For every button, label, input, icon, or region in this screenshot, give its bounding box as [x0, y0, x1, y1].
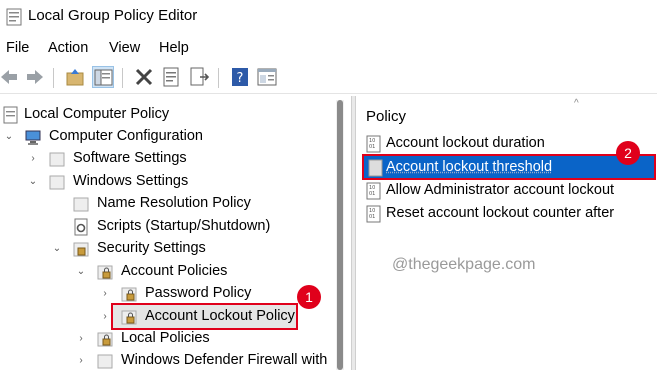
- chevron-right-icon[interactable]: ›: [100, 289, 110, 299]
- tree-node-local-policies[interactable]: › Local Policies: [0, 328, 330, 350]
- folder-icon: [96, 352, 114, 370]
- lock-folder-icon: [96, 263, 114, 281]
- delete-icon[interactable]: [133, 66, 155, 88]
- title-bar: Local Group Policy Editor: [0, 0, 657, 34]
- back-arrow-icon[interactable]: [0, 66, 20, 88]
- chevron-right-icon[interactable]: ›: [76, 356, 86, 366]
- list-item-allow-admin-lockout[interactable]: 10 01 Allow Administrator account lockout: [364, 180, 657, 202]
- security-folder-icon: [72, 240, 90, 258]
- chevron-right-icon[interactable]: ›: [100, 312, 110, 322]
- tree-node-account-lockout-policy[interactable]: › Account Lockout Policy: [0, 306, 300, 328]
- toolbar-separator: [53, 68, 54, 88]
- toolbar-separator: [122, 68, 123, 88]
- export-list-icon[interactable]: [188, 66, 210, 88]
- list-item-lockout-duration[interactable]: 10 01 Account lockout duration: [364, 133, 657, 155]
- lock-folder-icon: [120, 285, 138, 303]
- folder-icon: [72, 195, 90, 213]
- tree-node-windows-defender-firewall[interactable]: › Windows Defender Firewall with: [0, 350, 335, 370]
- policy-setting-icon: [368, 159, 384, 177]
- list-item-lockout-threshold[interactable]: Account lockout threshold: [362, 154, 656, 180]
- menu-action[interactable]: Action: [48, 40, 88, 56]
- step-badge-1: 1: [297, 285, 321, 309]
- svg-text:?: ?: [237, 71, 244, 86]
- policy-document-icon: [2, 106, 20, 124]
- list-item-reset-counter[interactable]: 10 01 Reset account lockout counter after: [364, 203, 657, 225]
- policy-list-pane[interactable]: ^ Policy 10 01 Account lockout duration A…: [356, 96, 657, 370]
- tree-node-local-computer-policy[interactable]: Local Computer Policy: [0, 104, 330, 126]
- svg-text:01: 01: [369, 214, 375, 220]
- tree-node-password-policy[interactable]: › Password Policy: [0, 283, 330, 305]
- toolbar: ?: [0, 62, 657, 94]
- properties-icon[interactable]: [160, 66, 182, 88]
- sort-caret-icon: ^: [574, 98, 579, 109]
- tree-node-computer-configuration[interactable]: ⌄ Computer Configuration: [0, 126, 330, 148]
- column-header-policy[interactable]: Policy: [366, 108, 406, 125]
- step-badge-2: 2: [616, 141, 640, 165]
- svg-text:01: 01: [369, 191, 375, 197]
- watermark: @thegeekpage.com: [392, 256, 536, 273]
- show-hide-tree-icon[interactable]: [92, 66, 114, 88]
- help-icon[interactable]: ?: [229, 66, 251, 88]
- chevron-down-icon[interactable]: ⌄: [28, 177, 38, 187]
- window-title: Local Group Policy Editor: [28, 7, 198, 24]
- menu-view[interactable]: View: [109, 40, 140, 56]
- tree-scrollbar[interactable]: [336, 100, 344, 370]
- svg-text:01: 01: [369, 144, 375, 150]
- tree-node-software-settings[interactable]: › Software Settings: [0, 148, 330, 170]
- policy-setting-icon: 10 01: [366, 135, 382, 153]
- chevron-down-icon[interactable]: ⌄: [4, 132, 14, 142]
- chevron-down-icon[interactable]: ⌄: [52, 244, 62, 254]
- computer-icon: [24, 128, 42, 146]
- tree-node-windows-settings[interactable]: ⌄ Windows Settings: [0, 171, 330, 193]
- folder-icon: [48, 150, 66, 168]
- chevron-right-icon[interactable]: ›: [76, 334, 86, 344]
- scrollbar-thumb[interactable]: [337, 100, 343, 370]
- tree-node-security-settings[interactable]: ⌄ Security Settings: [0, 238, 330, 260]
- menu-file[interactable]: File: [6, 40, 29, 56]
- scripts-icon: [72, 218, 90, 236]
- tree-node-name-resolution-policy[interactable]: Name Resolution Policy: [0, 193, 330, 215]
- chevron-down-icon[interactable]: ⌄: [76, 267, 86, 277]
- chevron-right-icon[interactable]: ›: [28, 154, 38, 164]
- toolbar-separator: [218, 68, 219, 88]
- menu-help[interactable]: Help: [159, 40, 189, 56]
- tree-node-account-policies[interactable]: ⌄ Account Policies: [0, 261, 330, 283]
- menu-bar: File Action View Help: [0, 38, 657, 60]
- policy-setting-icon: 10 01: [366, 205, 382, 223]
- lock-folder-icon: [120, 308, 138, 326]
- up-folder-icon[interactable]: [64, 66, 86, 88]
- tree-node-scripts[interactable]: Scripts (Startup/Shutdown): [0, 216, 330, 238]
- policy-setting-icon: 10 01: [366, 182, 382, 200]
- folder-icon: [48, 173, 66, 191]
- forward-arrow-icon[interactable]: [24, 66, 46, 88]
- lock-folder-icon: [96, 330, 114, 348]
- policy-editor-app-icon: [6, 8, 22, 26]
- extended-view-icon[interactable]: [256, 66, 278, 88]
